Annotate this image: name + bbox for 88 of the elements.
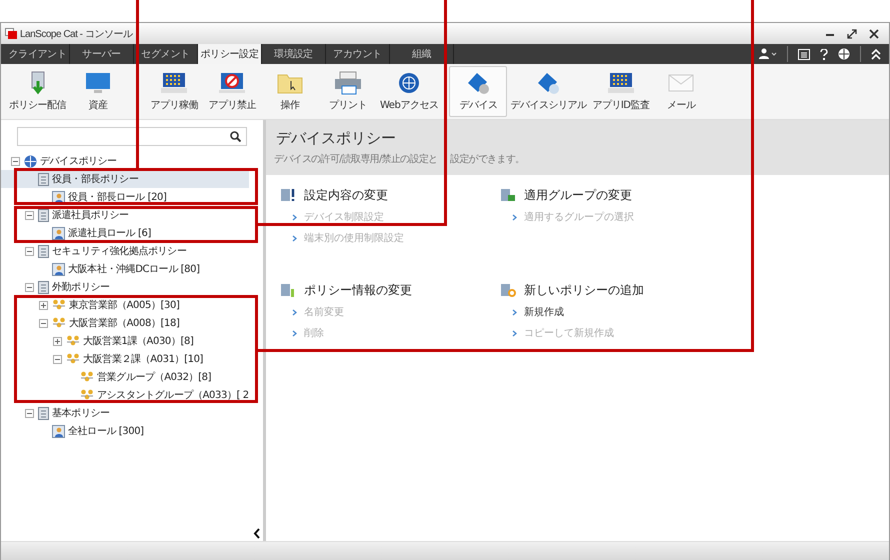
tab[interactable]: ポリシー設定 — [198, 44, 262, 64]
tree-item[interactable]: 全社ロール [300] — [68, 424, 144, 438]
collapse-icon[interactable] — [25, 246, 34, 256]
toolbar-button[interactable]: メール — [652, 66, 710, 117]
expand-icon[interactable] — [39, 300, 48, 310]
tree-item[interactable]: アシスタントグループ（A033）[ 2 — [97, 388, 249, 402]
toolbar-button[interactable]: 操作 — [261, 66, 319, 117]
chevron-left-icon[interactable] — [253, 528, 261, 539]
collapse-icon[interactable] — [25, 210, 34, 220]
user-card-icon — [52, 190, 65, 204]
collapse-icon[interactable] — [39, 318, 48, 328]
document-icon — [38, 280, 49, 294]
list-icon[interactable] — [798, 48, 810, 60]
app-grid-icon — [159, 71, 189, 95]
tree-item[interactable]: 大阪営業２課（A031）[10] — [83, 352, 204, 366]
panel-description: 設定ができます。 — [450, 154, 524, 165]
panel-title: デバイスポリシー — [276, 129, 397, 148]
app-logo-icon — [5, 28, 17, 39]
tree-item[interactable]: 派遣社員ロール [6] — [68, 226, 151, 240]
tree-item[interactable]: デバイスポリシー — [40, 154, 117, 168]
tree-item[interactable]: 外勤ポリシー — [52, 280, 110, 294]
section-title: ポリシー情報の変更 — [304, 282, 412, 298]
window-title: LanScope Cat - コンソール — [20, 28, 132, 40]
chevron-right-icon — [292, 308, 297, 316]
people-icon — [52, 298, 66, 312]
close-icon[interactable] — [869, 28, 879, 38]
document-alert-icon — [280, 188, 296, 202]
action-link[interactable]: 新規作成 — [524, 305, 564, 319]
collapse-icon[interactable] — [53, 354, 62, 364]
prohibit-icon — [217, 71, 247, 95]
tree-item[interactable]: 東京営業部（A005）[30] — [69, 298, 180, 312]
tree-item[interactable]: 大阪営業部（A008）[18] — [69, 316, 180, 330]
toolbar-button[interactable]: アプリID監査 — [589, 66, 652, 117]
toolbar-button[interactable]: デバイスシリアル — [507, 66, 590, 117]
help-icon[interactable] — [820, 48, 828, 60]
maximize-icon[interactable] — [847, 28, 857, 38]
people-icon — [52, 316, 66, 330]
double-chevron-up-icon[interactable] — [871, 48, 881, 60]
monitor-icon — [83, 71, 113, 95]
section-title: 適用グループの変更 — [524, 186, 632, 204]
toolbar-button[interactable]: デバイス — [449, 66, 508, 117]
people-icon — [80, 388, 94, 402]
user-card-icon — [52, 226, 65, 240]
toolbar-button[interactable]: アプリ稼働 — [145, 66, 203, 117]
document-edit-icon — [280, 283, 296, 297]
chevron-right-icon — [292, 214, 297, 220]
tree-item[interactable]: 大阪営業1課（A030）[8] — [83, 334, 194, 348]
section-title: 新しいポリシーの追加 — [524, 282, 644, 298]
user-card-icon — [52, 262, 65, 276]
collapse-icon[interactable] — [25, 408, 34, 418]
people-icon — [66, 334, 80, 348]
section-title: 設定内容の変更 — [304, 186, 388, 204]
document-group-icon — [500, 188, 516, 202]
chevron-right-icon — [292, 330, 297, 336]
document-add-icon — [500, 283, 516, 297]
user-icon[interactable] — [759, 48, 777, 60]
toolbar-button[interactable]: アプリ禁止 — [203, 66, 261, 117]
app-grid-icon — [606, 71, 636, 95]
tree-item[interactable]: 営業グループ（A032）[8] — [97, 370, 212, 384]
chevron-right-icon — [292, 234, 297, 242]
document-icon — [38, 172, 49, 186]
tree-item[interactable]: 基本ポリシー — [52, 406, 110, 420]
chevron-right-icon — [512, 330, 517, 336]
collapse-icon[interactable] — [11, 156, 20, 166]
toolbar-button[interactable]: Webアクセス — [377, 66, 442, 117]
chevron-right-icon — [512, 214, 517, 220]
document-icon — [38, 406, 49, 420]
tree-item[interactable]: 大阪本社・沖縄DCロール [80] — [68, 262, 200, 276]
user-card-icon — [52, 424, 65, 438]
expand-icon[interactable] — [53, 336, 62, 346]
people-icon — [66, 352, 80, 366]
document-icon — [38, 208, 49, 222]
search-icon — [230, 131, 241, 142]
toolbar-button[interactable]: プリント — [319, 66, 377, 117]
globe-icon — [24, 154, 37, 168]
printer-icon — [333, 71, 363, 95]
chevron-right-icon — [512, 308, 517, 316]
toolbar-button[interactable]: 資産 — [69, 66, 127, 117]
toolbar-button[interactable]: ポリシー配信 — [6, 66, 69, 117]
tree-item[interactable]: セキュリティ強化拠点ポリシー — [52, 244, 186, 258]
search-field[interactable] — [17, 127, 247, 146]
globe-icon[interactable] — [838, 48, 850, 60]
panel-description: デバイスの許可/読取専用/禁止の設定と — [274, 154, 438, 165]
people-icon — [80, 370, 94, 384]
tree-item[interactable]: 役員・部長ロール [20] — [68, 190, 167, 204]
collapse-icon[interactable] — [25, 282, 34, 292]
tree-item[interactable]: 派遣社員ポリシー — [52, 208, 129, 222]
document-icon — [38, 244, 49, 258]
